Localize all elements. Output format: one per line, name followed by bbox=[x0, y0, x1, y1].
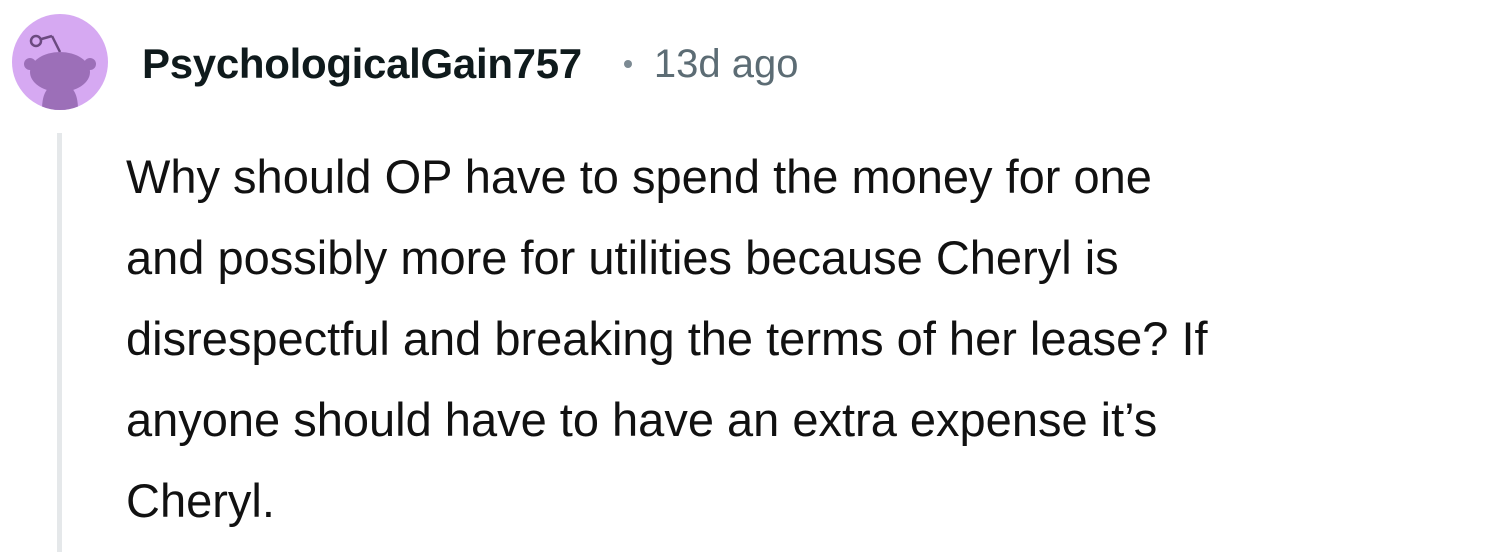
comment-body-line: Why should OP have to spend the money fo… bbox=[126, 150, 1152, 203]
comment-body-line: anyone should have to have an extra expe… bbox=[126, 393, 1158, 446]
comment-body-line: and possibly more for utilities because … bbox=[126, 231, 1119, 284]
dot-icon bbox=[623, 60, 632, 68]
thread-collapse-line[interactable] bbox=[57, 133, 62, 552]
comment-body-line: disrespectful and breaking the terms of … bbox=[126, 312, 1208, 365]
user-avatar[interactable] bbox=[12, 14, 108, 110]
comment: PsychologicalGain757 13d ago Why should … bbox=[0, 0, 1500, 552]
comment-body: Why should OP have to spend the money fo… bbox=[126, 136, 1486, 541]
comment-timestamp[interactable]: 13d ago bbox=[654, 42, 799, 87]
snoo-avatar-icon bbox=[24, 34, 96, 110]
author-username[interactable]: PsychologicalGain757 bbox=[142, 40, 582, 88]
comment-header: PsychologicalGain757 13d ago bbox=[142, 36, 798, 92]
comment-body-line: Cheryl. bbox=[126, 474, 275, 527]
